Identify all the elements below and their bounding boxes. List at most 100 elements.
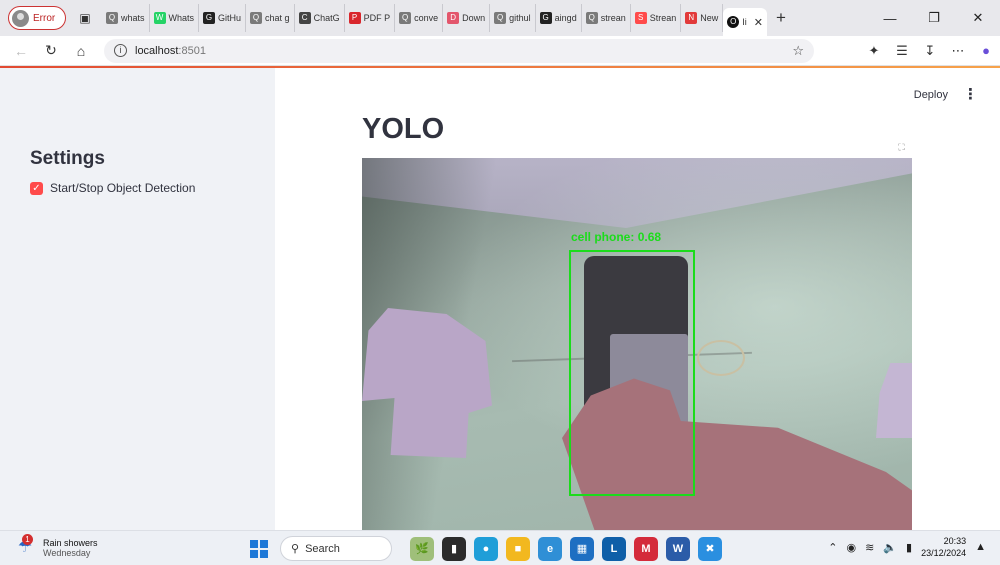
back-button[interactable]: ← <box>6 43 36 59</box>
mcafee-icon[interactable]: M <box>634 537 658 561</box>
task-view-icon[interactable]: ▮ <box>442 537 466 561</box>
url-field[interactable]: i localhost:8501 ☆ <box>104 38 814 63</box>
avatar-icon <box>12 9 29 27</box>
sidebar-title: Settings <box>30 148 105 169</box>
tab-3[interactable]: Qchat g <box>246 4 295 32</box>
camera-frame: cell phone: 0.68 <box>362 158 912 530</box>
favorites-icon[interactable]: ☰ <box>888 43 916 59</box>
home-button[interactable]: ⌂ <box>66 43 96 59</box>
tab-0[interactable]: Qwhats <box>102 4 150 32</box>
new-tab-button[interactable]: + <box>767 8 795 28</box>
close-window-button[interactable]: ✕ <box>956 0 1000 36</box>
site-info-icon[interactable]: i <box>114 44 127 57</box>
tab-12[interactable]: N New <box>681 4 724 32</box>
start-button[interactable] <box>250 540 268 558</box>
tab-actions-icon[interactable]: ▣ <box>72 5 98 31</box>
tab-label: aingd <box>554 13 577 23</box>
clock-date: 23/12/2024 <box>921 548 967 558</box>
weather-widget[interactable]: ☂ 1 Rain showers Wednesday <box>14 534 98 559</box>
volume-icon[interactable]: 🔈 <box>883 541 897 554</box>
favorite-star-icon[interactable]: ☆ <box>792 43 804 59</box>
vscode-icon[interactable]: ✖ <box>698 537 722 561</box>
edge-browser-icon[interactable]: e <box>538 537 562 561</box>
more-menu-icon[interactable]: ⋯ <box>944 43 972 59</box>
tab-favicon: D <box>447 12 460 24</box>
minimize-button[interactable]: — <box>868 0 912 36</box>
reload-button[interactable]: ↻ <box>36 42 66 59</box>
tab-favicon: Q <box>106 12 118 24</box>
search-icon: ⚲ <box>291 543 300 555</box>
tab-label: Strean <box>649 13 677 23</box>
tab-label: New <box>700 13 719 23</box>
copilot-icon[interactable]: ● <box>972 43 1000 58</box>
tab-7[interactable]: D Down <box>443 4 491 32</box>
tray-app-icon[interactable]: ◉ <box>846 541 856 554</box>
downloads-icon[interactable]: ↧ <box>916 43 944 59</box>
tab-6[interactable]: Qconve <box>395 4 444 32</box>
tab-favicon: N <box>685 12 698 24</box>
tray-expand-icon[interactable]: ⌃ <box>828 541 837 554</box>
detection-toggle[interactable]: ✓ Start/Stop Object Detection <box>30 181 195 195</box>
widgets-app-icon[interactable]: 🌿 <box>410 537 434 561</box>
close-tab-icon[interactable]: ✕ <box>754 16 763 29</box>
profile-status-label: Error <box>33 12 56 24</box>
store-icon[interactable]: ▦ <box>570 537 594 561</box>
tab-label: strean <box>600 13 626 23</box>
weather-day: Wednesday <box>43 548 91 558</box>
notification-badge: 1 <box>22 534 33 545</box>
tab-favicon: Q <box>399 12 412 24</box>
restore-button[interactable]: ❐ <box>912 0 956 36</box>
notification-bell-icon[interactable]: ▲ <box>975 541 986 553</box>
url-text: localhost:8501 <box>135 44 206 57</box>
tab-1[interactable]: W Whats <box>150 4 200 32</box>
tab-favicon: G <box>203 12 216 24</box>
tab-favicon: Q <box>494 12 507 24</box>
tab-favicon: W <box>153 12 166 24</box>
tab-favicon: S <box>634 12 647 24</box>
clock[interactable]: 20:33 23/12/2024 <box>921 535 966 559</box>
tab-label: githul <box>509 13 531 23</box>
tab-5[interactable]: P PDF P <box>345 4 396 32</box>
file-explorer-icon[interactable]: ■ <box>506 537 530 561</box>
system-tray: ⌃ ◉ ≋ 🔈 ▮ 20:33 23/12/2024 ▲ <box>828 535 986 559</box>
tab-label: ChatG <box>313 13 340 23</box>
tab-label: Down <box>462 13 486 23</box>
battery-icon[interactable]: ▮ <box>906 541 912 554</box>
tab-label: Whats <box>168 13 195 23</box>
fullscreen-icon[interactable]: ⛶ <box>896 142 907 153</box>
word-icon[interactable]: W <box>666 537 690 561</box>
detection-bounding-box <box>569 250 695 496</box>
tab-active[interactable]: O Ii ✕ <box>723 8 767 36</box>
detection-label: cell phone: 0.68 <box>571 230 662 244</box>
tab-favicon: G <box>539 12 552 24</box>
tab-8[interactable]: Qgithul <box>490 4 536 32</box>
weather-title: Rain showers <box>43 538 98 548</box>
window-controls: — ❐ ✕ <box>868 0 1000 36</box>
tab-10[interactable]: Qstrean <box>582 4 631 32</box>
tab-favicon: C <box>298 12 311 24</box>
extensions-icon[interactable]: ✦ <box>860 43 888 59</box>
active-tab-favicon: O <box>727 16 740 28</box>
search-placeholder: Search <box>305 542 340 555</box>
tab-favicon: P <box>348 12 361 24</box>
main-content: Deploy ⋮ YOLO ⛶ cell phone: 0.68 <box>275 68 1000 530</box>
tab-4[interactable]: C ChatG <box>295 4 345 32</box>
tab-label: GitHu <box>218 13 242 23</box>
taskbar-search[interactable]: ⚲ Search <box>280 536 392 561</box>
address-bar: ← ↻ ⌂ i localhost:8501 ☆ ✦ ☰ ↧ ⋯ ● <box>0 36 1000 66</box>
checkbox-checked-icon[interactable]: ✓ <box>30 181 43 195</box>
copilot-app-icon[interactable]: ● <box>474 537 498 561</box>
tab-9[interactable]: Gaingd <box>536 4 582 32</box>
tab-2[interactable]: G GitHu <box>199 4 247 32</box>
app-l-icon[interactable]: L <box>602 537 626 561</box>
main-menu-icon[interactable]: ⋮ <box>963 85 978 103</box>
wifi-icon[interactable]: ≋ <box>865 541 874 554</box>
profile-button[interactable]: Error <box>8 6 66 30</box>
clock-time: 20:33 <box>943 536 967 546</box>
tab-favicon: Q <box>250 12 263 24</box>
deploy-button[interactable]: Deploy <box>914 89 948 101</box>
detection-toggle-label: Start/Stop Object Detection <box>50 181 196 195</box>
tab-label: conve <box>414 13 439 23</box>
tab-11[interactable]: S Strean <box>631 4 682 32</box>
tab-label: whats <box>121 13 145 23</box>
